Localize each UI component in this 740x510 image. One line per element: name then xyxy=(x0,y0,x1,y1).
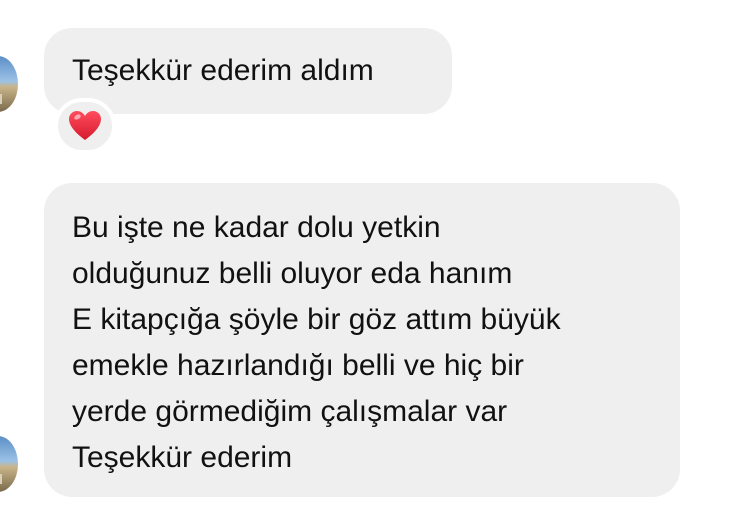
message-text-line: yerde görmediğim çalışmalar var xyxy=(72,395,508,428)
reaction-badge[interactable] xyxy=(54,98,116,154)
message-bubble[interactable]: Teşekkür ederim aldım xyxy=(44,28,452,114)
sender-avatar[interactable] xyxy=(0,56,18,112)
message-text: Teşekkür ederim aldım xyxy=(72,54,374,87)
heart-icon xyxy=(69,111,101,140)
message-bubble[interactable]: Bu işte ne kadar dolu yetkin olduğunuz b… xyxy=(44,183,680,497)
message-text-line: Teşekkür ederim xyxy=(72,441,293,474)
avatar-building-base xyxy=(0,474,2,484)
avatar-building-base xyxy=(0,94,2,104)
message-text-line: E kitapçığa şöyle bir göz attım büyük xyxy=(72,303,561,336)
message-text-line: olduğunuz belli oluyor eda hanım xyxy=(72,257,513,290)
sender-avatar[interactable] xyxy=(0,436,18,492)
message-text-line: emekle hazırlandığı belli ve hiç bir xyxy=(72,349,524,382)
message-text-line: Bu işte ne kadar dolu yetkin xyxy=(72,211,441,244)
